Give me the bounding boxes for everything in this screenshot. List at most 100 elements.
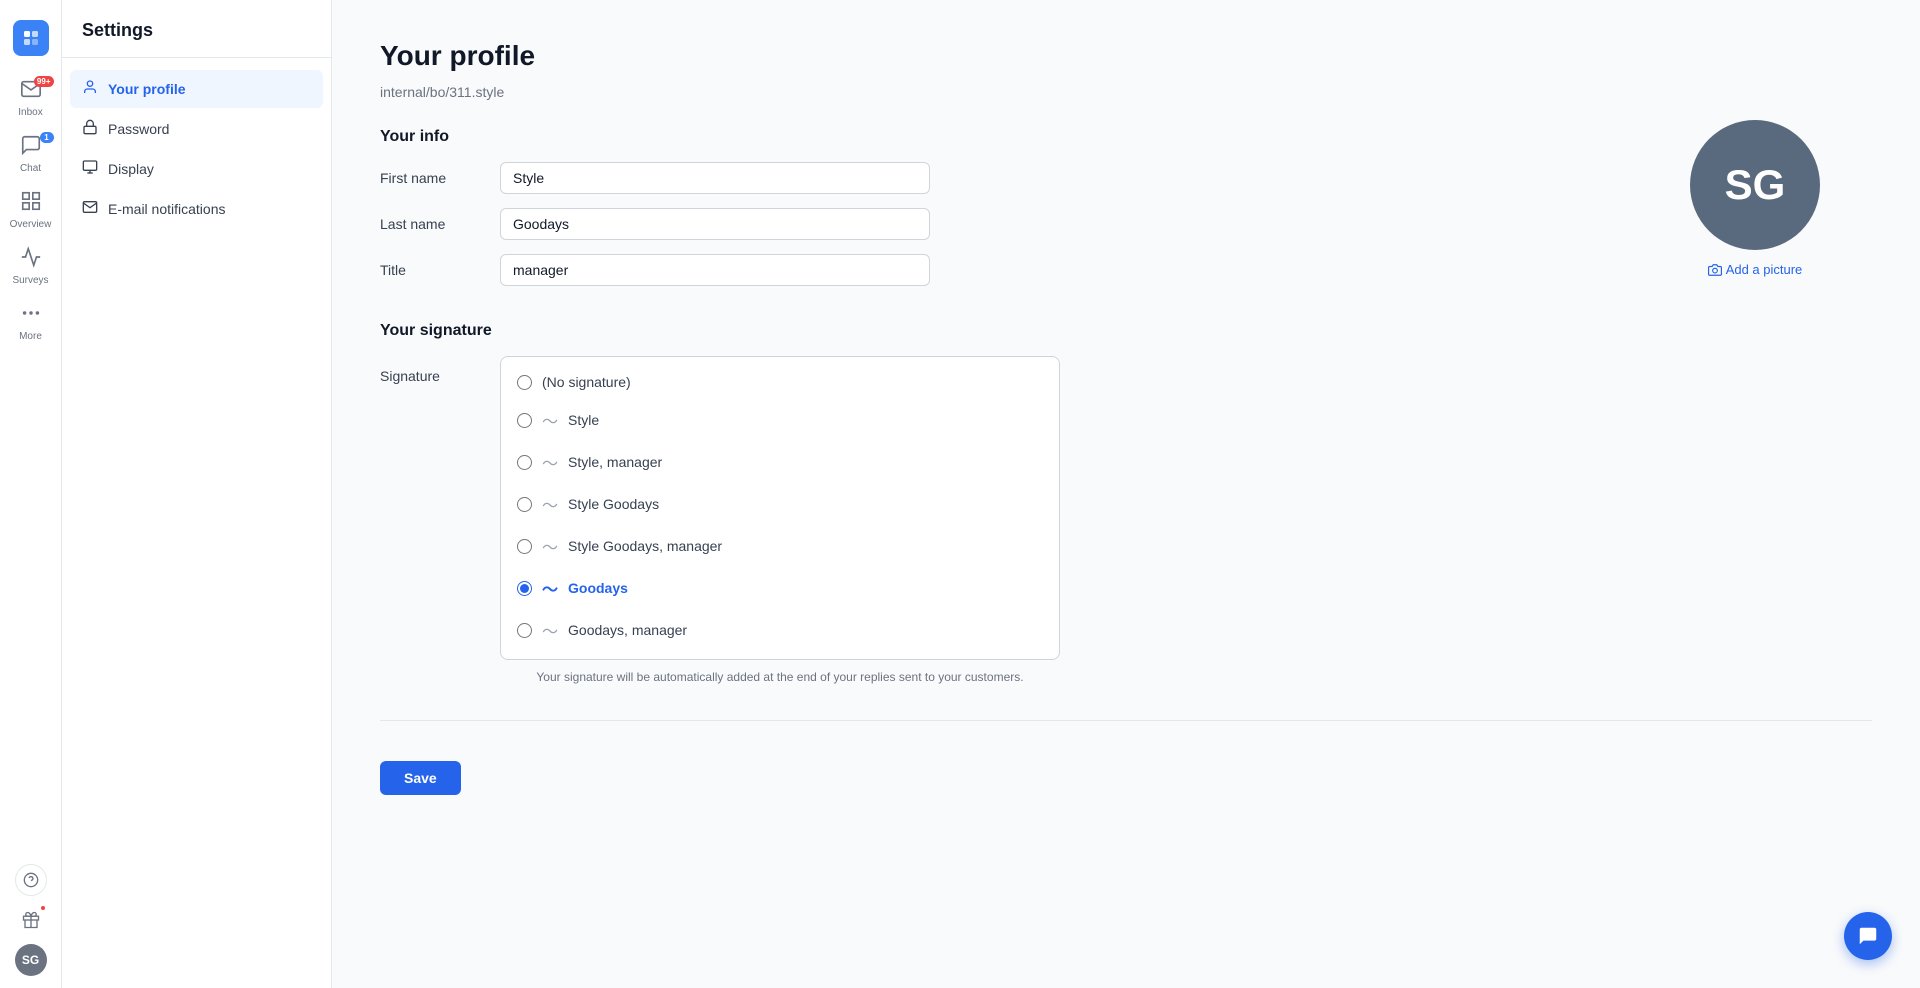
gift-wrapper <box>15 904 47 936</box>
surveys-label: Surveys <box>12 275 48 286</box>
last-name-row: Last name <box>380 208 1872 240</box>
add-picture-button[interactable]: Add a picture <box>1708 262 1803 277</box>
breadcrumb: internal/bo/311.style <box>380 84 1872 100</box>
your-profile-icon <box>82 79 98 99</box>
sig-label-style-goodays-manager: Style Goodays, manager <box>568 538 722 554</box>
overview-icon <box>20 190 42 216</box>
sig-radio-goodays[interactable] <box>517 581 532 596</box>
settings-sidebar: Settings Your profile Password Display <box>62 0 332 988</box>
sig-option-style-goodays-manager[interactable]: 〜 Style Goodays, manager <box>501 525 1059 567</box>
sig-label-no-signature: (No signature) <box>542 374 631 390</box>
your-signature-section: Your signature Signature (No signature) … <box>380 322 1872 688</box>
first-name-row: First name <box>380 162 1872 194</box>
your-signature-title: Your signature <box>380 322 1872 340</box>
password-icon <box>82 119 98 139</box>
gift-notification-dot <box>39 904 47 912</box>
camera-icon <box>1708 263 1722 277</box>
password-label: Password <box>108 121 169 137</box>
display-label: Display <box>108 161 154 177</box>
save-section: Save <box>380 761 1872 795</box>
save-button[interactable]: Save <box>380 761 461 795</box>
sig-label-style-goodays: Style Goodays <box>568 496 659 512</box>
surveys-icon <box>20 246 42 272</box>
user-avatar-large: SG <box>1690 120 1820 250</box>
sidebar-item-your-profile[interactable]: Your profile <box>70 70 323 108</box>
page-title: Your profile <box>380 40 1872 72</box>
sig-radio-style-goodays[interactable] <box>517 497 532 512</box>
avatar-section: SG Add a picture <box>1690 120 1820 277</box>
sig-wave-style-manager: 〜 <box>542 450 558 474</box>
user-avatar-nav[interactable]: SG <box>15 944 47 976</box>
more-label: More <box>19 331 42 342</box>
email-notifications-icon <box>82 199 98 219</box>
sidebar-item-inbox[interactable]: 99+ Inbox <box>0 70 62 126</box>
icon-nav-bottom: SG <box>15 864 47 988</box>
first-name-input[interactable] <box>500 162 930 194</box>
avatar-initials: SG <box>1725 161 1786 209</box>
sig-wave-goodays-manager: 〜 <box>542 618 558 642</box>
logo-box <box>13 20 49 56</box>
chat-badge: 1 <box>40 132 54 143</box>
divider <box>380 720 1872 721</box>
title-label: Title <box>380 262 500 278</box>
sig-label-goodays-manager: Goodays, manager <box>568 622 687 638</box>
help-button[interactable] <box>15 864 47 896</box>
sidebar-item-password[interactable]: Password <box>70 110 323 148</box>
chat-icon <box>20 134 42 160</box>
sidebar-item-more[interactable]: More <box>0 294 62 350</box>
sig-option-goodays[interactable]: 〜 Goodays <box>501 567 1059 609</box>
sig-radio-style-goodays-manager[interactable] <box>517 539 532 554</box>
inbox-label: Inbox <box>18 107 42 118</box>
email-notifications-label: E-mail notifications <box>108 201 226 217</box>
sidebar-item-surveys[interactable]: Surveys <box>0 238 62 294</box>
chat-fab-icon <box>1857 925 1879 947</box>
title-row: Title <box>380 254 1872 286</box>
your-info-section: Your info First name Last name Title <box>380 128 1872 286</box>
sidebar-item-overview[interactable]: Overview <box>0 182 62 238</box>
sig-radio-no-signature[interactable] <box>517 375 532 390</box>
chat-label: Chat <box>20 163 41 174</box>
sig-option-style[interactable]: 〜 Style <box>501 399 1059 441</box>
app-logo[interactable] <box>0 10 62 66</box>
signature-label: Signature <box>380 356 500 384</box>
last-name-input[interactable] <box>500 208 930 240</box>
sig-option-goodays-manager[interactable]: 〜 Goodays, manager <box>501 609 1059 651</box>
more-icon <box>20 302 42 328</box>
inbox-badge: 99+ <box>34 76 54 87</box>
signature-row: Signature (No signature) 〜 Style <box>380 356 1872 688</box>
title-input[interactable] <box>500 254 930 286</box>
overview-label: Overview <box>10 219 52 230</box>
main-content: Your profile internal/bo/311.style Your … <box>332 0 1920 988</box>
first-name-label: First name <box>380 170 500 186</box>
your-profile-label: Your profile <box>108 81 186 97</box>
sig-label-goodays: Goodays <box>568 580 628 596</box>
signature-box: (No signature) 〜 Style 〜 Style, manager <box>500 356 1060 660</box>
sig-label-style-manager: Style, manager <box>568 454 662 470</box>
display-icon <box>82 159 98 179</box>
sidebar-item-email-notifications[interactable]: E-mail notifications <box>70 190 323 228</box>
sidebar-item-chat[interactable]: 1 Chat <box>0 126 62 182</box>
sig-option-style-manager[interactable]: 〜 Style, manager <box>501 441 1059 483</box>
sig-wave-style-goodays-manager: 〜 <box>542 534 558 558</box>
last-name-label: Last name <box>380 216 500 232</box>
sig-wave-style-goodays: 〜 <box>542 492 558 516</box>
add-picture-label: Add a picture <box>1726 262 1803 277</box>
icon-nav-top: 99+ Inbox 1 Chat Overview Surv <box>0 10 62 864</box>
sig-wave-style: 〜 <box>542 408 558 432</box>
sig-wave-goodays: 〜 <box>542 576 558 600</box>
icon-navigation: 99+ Inbox 1 Chat Overview Surv <box>0 0 62 988</box>
sig-radio-goodays-manager[interactable] <box>517 623 532 638</box>
sidebar-item-display[interactable]: Display <box>70 150 323 188</box>
signature-note: Your signature will be automatically add… <box>500 670 1060 688</box>
sig-label-style: Style <box>568 412 599 428</box>
sidebar-title: Settings <box>62 0 331 58</box>
sig-radio-style-manager[interactable] <box>517 455 532 470</box>
sig-option-style-goodays[interactable]: 〜 Style Goodays <box>501 483 1059 525</box>
your-info-title: Your info <box>380 128 1872 146</box>
signature-options-container: (No signature) 〜 Style 〜 Style, manager <box>500 356 1060 688</box>
chat-fab-button[interactable] <box>1844 912 1892 960</box>
sig-option-no-signature[interactable]: (No signature) <box>501 365 1059 399</box>
avatar-initials-nav: SG <box>22 953 39 967</box>
sig-radio-style[interactable] <box>517 413 532 428</box>
sidebar-menu: Your profile Password Display E-mail not… <box>62 58 331 240</box>
